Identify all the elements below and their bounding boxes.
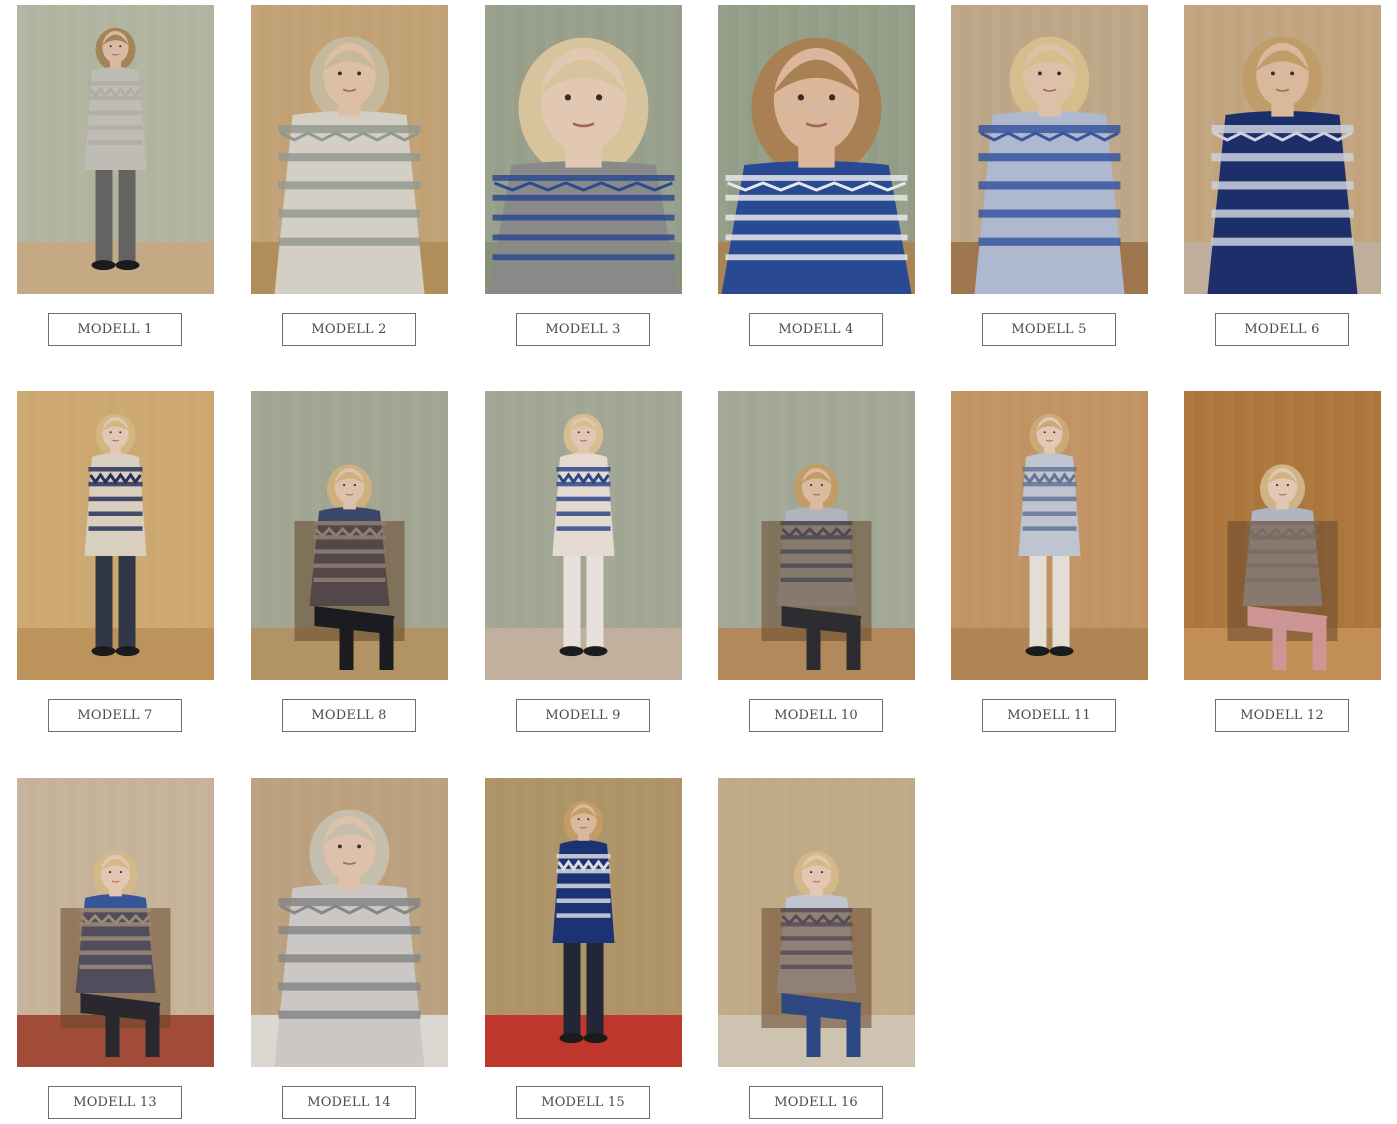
model-photo-image — [485, 5, 682, 294]
model-photo[interactable] — [17, 5, 214, 294]
model-label-button[interactable]: MODELL 16 — [749, 1086, 883, 1119]
model-label-button[interactable]: MODELL 4 — [749, 313, 883, 346]
model-photo-image — [718, 778, 915, 1067]
model-photo-image — [718, 391, 915, 680]
model-photo-image — [485, 391, 682, 680]
model-photo[interactable] — [485, 5, 682, 294]
model-photo[interactable] — [951, 391, 1148, 680]
model-photo-image — [17, 778, 214, 1067]
model-card: MODELL 15 — [485, 778, 682, 1124]
model-gallery: MODELL 1 MODELL 2 MODELL 3 MODELL 4 MODELL 5… — [0, 0, 1397, 1124]
model-card: MODELL 8 — [251, 391, 448, 737]
model-photo-image — [17, 5, 214, 294]
model-label-button[interactable]: MODELL 9 — [516, 699, 650, 732]
model-photo-image — [17, 391, 214, 680]
model-label-button[interactable]: MODELL 14 — [282, 1086, 416, 1119]
model-photo[interactable] — [17, 391, 214, 680]
model-photo[interactable] — [1184, 5, 1381, 294]
model-card: MODELL 5 — [951, 5, 1148, 351]
model-photo-image — [1184, 391, 1381, 680]
model-photo[interactable] — [251, 391, 448, 680]
model-card: MODELL 16 — [718, 778, 915, 1124]
model-photo-image — [718, 5, 915, 294]
model-label-button[interactable]: MODELL 10 — [749, 699, 883, 732]
model-label-button[interactable]: MODELL 8 — [282, 699, 416, 732]
model-photo[interactable] — [17, 778, 214, 1067]
model-card: MODELL 9 — [485, 391, 682, 737]
model-photo[interactable] — [718, 778, 915, 1067]
model-card: MODELL 3 — [485, 5, 682, 351]
model-label-button[interactable]: MODELL 5 — [982, 313, 1116, 346]
model-label-button[interactable]: MODELL 13 — [48, 1086, 182, 1119]
model-photo-image — [251, 391, 448, 680]
model-card: MODELL 7 — [17, 391, 214, 737]
model-label-button[interactable]: MODELL 1 — [48, 313, 182, 346]
model-label-button[interactable]: MODELL 6 — [1215, 313, 1349, 346]
model-label-button[interactable]: MODELL 12 — [1215, 699, 1349, 732]
model-photo[interactable] — [485, 778, 682, 1067]
model-label-button[interactable]: MODELL 7 — [48, 699, 182, 732]
model-card: MODELL 1 — [17, 5, 214, 351]
model-card: MODELL 2 — [251, 5, 448, 351]
model-photo-image — [951, 391, 1148, 680]
model-photo[interactable] — [485, 391, 682, 680]
model-photo-image — [251, 5, 448, 294]
model-photo[interactable] — [1184, 391, 1381, 680]
model-card: MODELL 11 — [951, 391, 1148, 737]
model-photo[interactable] — [718, 5, 915, 294]
model-photo[interactable] — [718, 391, 915, 680]
model-label-button[interactable]: MODELL 11 — [982, 699, 1116, 732]
model-label-button[interactable]: MODELL 3 — [516, 313, 650, 346]
model-photo-image — [251, 778, 448, 1067]
model-label-button[interactable]: MODELL 15 — [516, 1086, 650, 1119]
model-photo-image — [1184, 5, 1381, 294]
model-card: MODELL 4 — [718, 5, 915, 351]
model-card: MODELL 12 — [1184, 391, 1381, 737]
model-photo[interactable] — [951, 5, 1148, 294]
model-photo-image — [485, 778, 682, 1067]
model-card: MODELL 14 — [251, 778, 448, 1124]
model-photo[interactable] — [251, 5, 448, 294]
model-card: MODELL 13 — [17, 778, 214, 1124]
model-card: MODELL 6 — [1184, 5, 1381, 351]
model-label-button[interactable]: MODELL 2 — [282, 313, 416, 346]
model-photo[interactable] — [251, 778, 448, 1067]
model-card: MODELL 10 — [718, 391, 915, 737]
model-photo-image — [951, 5, 1148, 294]
